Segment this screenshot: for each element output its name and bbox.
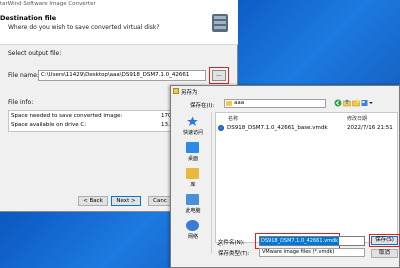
back-nav-icon[interactable] (334, 99, 342, 107)
location-combo[interactable]: aaa (224, 99, 326, 108)
filename-label: 文件名(N): (218, 240, 245, 246)
vmdk-file-icon (218, 125, 224, 131)
place-label: 快速访问 (182, 130, 203, 136)
places-bar: 快速访问 桌面 库 此电脑 网络 (174, 112, 212, 254)
wizard-subheading: Where do you wish to save converted virt… (8, 24, 160, 31)
wizard-heading: Destination file (0, 14, 57, 22)
place-label: 库 (190, 182, 196, 188)
space-available-label: Space available on drive C: (11, 122, 87, 128)
space-needed-label: Space needed to save converted image: (11, 113, 123, 119)
column-name-header[interactable]: 名称 (228, 115, 238, 122)
next-button[interactable]: Next > (111, 196, 141, 206)
computer-icon (186, 194, 199, 205)
wizard-titlebar[interactable]: tarWind Software Image Converter (0, 0, 238, 9)
file-date: 2022/7/16 21:51 (347, 125, 393, 131)
place-label: 桌面 (187, 156, 198, 162)
filetype-label: 保存类型(T): (218, 251, 250, 257)
dialog-title: 另存为 (181, 90, 198, 96)
place-label: 此电脑 (185, 208, 201, 214)
dialog-cancel-button[interactable]: 取消 (371, 249, 398, 258)
folder-icon (173, 88, 179, 94)
location-value: aaa (234, 100, 245, 106)
back-button[interactable]: < Back (78, 196, 108, 206)
filetype-select[interactable]: VMware image files (*.vmdk) (259, 248, 365, 257)
network-icon (186, 220, 199, 231)
file-name-label: File name: (8, 72, 39, 79)
place-quick-access[interactable]: 快速访问 (174, 114, 212, 138)
location-folder-icon (226, 101, 232, 106)
library-icon (186, 168, 199, 179)
column-modified-header[interactable]: 修改日期 (347, 115, 367, 122)
file-name[interactable]: DS918_DSM7.1.0_42661_base.vmdk (227, 125, 328, 131)
place-library[interactable]: 库 (174, 166, 212, 190)
file-list[interactable]: 名称 修改日期 DS918_DSM7.1.0_42661_base.vmdk 2… (215, 112, 398, 243)
save-button[interactable]: 保存(S) (371, 236, 398, 245)
file-info-label: File info: (8, 99, 34, 106)
view-menu-icon[interactable] (361, 99, 373, 107)
place-network[interactable]: 网络 (174, 218, 212, 242)
save-in-label: 保存在(I): (190, 103, 215, 109)
place-this-pc[interactable]: 此电脑 (174, 192, 212, 216)
place-desktop[interactable]: 桌面 (174, 140, 212, 164)
up-folder-icon[interactable] (343, 99, 351, 107)
filename-value: DS918_DSM7.1.0_42661.vmdk (260, 237, 340, 245)
output-file-input[interactable]: C:\Users\11429\Desktop\aaa\DS918_DSM7.1.… (38, 70, 206, 81)
filename-input[interactable]: DS918_DSM7.1.0_42661.vmdk (259, 236, 365, 246)
filetype-value: VMware image files (*.vmdk) (262, 249, 335, 255)
save-as-dialog: 另存为 保存在(I): aaa 快速访问 桌面 库 此电脑 网络 名称 修改日期… (170, 85, 400, 268)
place-label: 网络 (187, 234, 198, 240)
starwind-logo-icon (212, 14, 228, 32)
star-icon (187, 116, 198, 126)
desktop-icon (186, 142, 199, 153)
cancel-button[interactable]: Canc (148, 196, 172, 206)
wizard-title: tarWind Software Image Converter (0, 1, 96, 7)
new-folder-icon[interactable] (352, 99, 360, 107)
select-output-label: Select output file: (8, 50, 62, 57)
browse-button[interactable]: ... (212, 70, 226, 81)
